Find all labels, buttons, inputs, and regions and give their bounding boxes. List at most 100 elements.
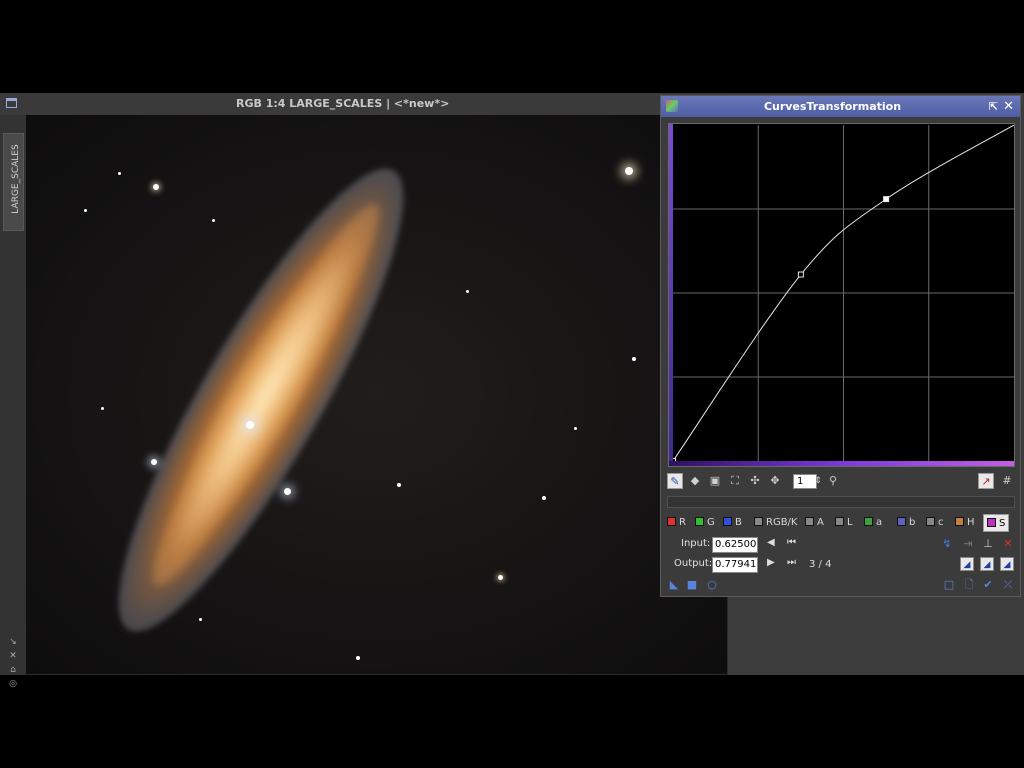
channel-b[interactable]: b	[897, 514, 915, 532]
channel-label: c	[938, 517, 944, 528]
zoom-fit-icon[interactable]: ⛶	[727, 473, 743, 489]
last-point-icon[interactable]: ⏭	[787, 557, 796, 568]
shade-icon[interactable]: ⇱	[989, 96, 998, 117]
output-field[interactable]: 0.77941	[712, 557, 758, 573]
reset-icon[interactable]: ✕	[1001, 537, 1015, 551]
output-row: Output: 0.77941 ▶ ⏭ 3 / 4 ◢ ◢ ◢	[667, 556, 1016, 574]
channel-swatch	[835, 517, 844, 526]
channel-swatch	[955, 517, 964, 526]
channel-swatch	[695, 517, 704, 526]
apply-icon[interactable]: ✔	[981, 578, 995, 592]
curves-transformation-window[interactable]: CurvesTransformation ⇱ ✕ ✎ ◆ ▣ ⛶ ✣ ✥ 1 ⇕…	[660, 95, 1021, 597]
output-label: Output:	[674, 558, 713, 569]
star	[118, 172, 121, 175]
star	[84, 209, 87, 212]
channel-label: A	[817, 517, 824, 528]
input-label: Input:	[681, 538, 711, 549]
galaxy-core	[130, 189, 402, 601]
image-window-title: RGB 1:4 LARGE_SCALES | <*new*>	[236, 97, 450, 110]
channel-label: B	[735, 517, 742, 528]
side-tab-bar: LARGE_SCALES ↘ ✕ ⌂ ◎	[0, 115, 26, 689]
channel-label: G	[707, 517, 715, 528]
star	[151, 459, 157, 465]
zoom-icon[interactable]: ⚲	[825, 473, 841, 489]
new-instance-icon[interactable]: ◣	[667, 578, 681, 592]
zoom-in-icon[interactable]: ✣	[747, 473, 763, 489]
channel-a[interactable]: a	[864, 514, 882, 532]
star	[498, 575, 503, 580]
star	[153, 184, 159, 190]
close-icon[interactable]: ✕	[1003, 96, 1014, 117]
channel-label: L	[847, 517, 853, 528]
image-viewport[interactable]	[26, 115, 727, 674]
reset-process-icon[interactable]: ⤫	[1001, 578, 1015, 592]
channel-h[interactable]: H	[955, 514, 975, 532]
star	[356, 656, 360, 660]
reverse-icon[interactable]: ⇥	[961, 537, 975, 551]
apply-global-icon[interactable]: ■	[685, 578, 699, 592]
edit-point-icon[interactable]: ✎	[667, 473, 683, 489]
zoom-spin-icon[interactable]: ⇕	[813, 473, 823, 489]
channel-swatch	[987, 518, 996, 527]
channel-s[interactable]: S	[983, 514, 1010, 532]
channel-selector: R G B RGB/K A La b c H S	[667, 514, 1017, 532]
channel-swatch	[754, 517, 763, 526]
channel-g[interactable]: G	[695, 514, 715, 532]
delete-point-icon[interactable]: ▣	[707, 473, 723, 489]
window-icon[interactable]	[6, 98, 17, 108]
curve-color-icon[interactable]: ↗	[978, 473, 994, 489]
curve-point[interactable]	[883, 196, 890, 203]
grid-icon[interactable]: #	[999, 473, 1015, 489]
curve-point[interactable]	[797, 271, 804, 278]
image-window-titlebar[interactable]: RGB 1:4 LARGE_SCALES | <*new*>	[0, 93, 728, 115]
channel-label: a	[876, 517, 883, 528]
interp-linear-icon[interactable]: ◢	[1000, 557, 1014, 571]
info-bar	[667, 496, 1015, 508]
channel-label: R	[679, 517, 686, 528]
document-icon[interactable]: 🗋	[962, 578, 976, 592]
first-point-icon[interactable]: ⏮	[787, 537, 796, 548]
channel-c[interactable]: c	[926, 514, 944, 532]
star	[101, 407, 104, 410]
channel-swatch	[667, 517, 676, 526]
invert-icon[interactable]: ↯	[940, 537, 954, 551]
real-time-preview-icon[interactable]: ○	[705, 578, 719, 592]
channel-l[interactable]: L	[835, 514, 853, 532]
pan-icon[interactable]: ✥	[767, 473, 783, 489]
channel-swatch	[723, 517, 732, 526]
point-position: 3 / 4	[809, 559, 832, 570]
curve-graph[interactable]	[668, 123, 1015, 467]
curves-titlebar[interactable]: CurvesTransformation ⇱ ✕	[661, 96, 1020, 117]
channel-rgb-k[interactable]: RGB/K	[754, 514, 797, 532]
star	[212, 219, 215, 222]
curve-point[interactable]	[673, 458, 676, 462]
input-row: Input: 0.62500 ◀ ⏮ ↯ ⇥ ⊥ ✕	[667, 536, 1016, 554]
channel-label: H	[967, 517, 975, 528]
preview-icon[interactable]: □	[942, 578, 956, 592]
interp-akima-icon[interactable]: ◢	[960, 557, 974, 571]
target-icon[interactable]: ◎	[6, 677, 20, 691]
channel-b[interactable]: B	[723, 514, 742, 532]
large-scales-tab[interactable]: LARGE_SCALES	[3, 133, 24, 231]
prev-point-icon[interactable]: ◀	[767, 537, 775, 548]
side-tools: ↘ ✕ ⌂ ◎	[6, 635, 20, 691]
curves-title: CurvesTransformation	[763, 100, 902, 113]
channel-r[interactable]: R	[667, 514, 686, 532]
home-icon[interactable]: ⌂	[6, 663, 20, 677]
channel-label: S	[999, 518, 1006, 529]
close-icon[interactable]: ✕	[6, 649, 20, 663]
star	[397, 483, 401, 487]
next-point-icon[interactable]: ▶	[767, 557, 775, 568]
channel-a[interactable]: A	[805, 514, 824, 532]
select-point-icon[interactable]: ◆	[687, 473, 703, 489]
large-scales-tab-label: LARGE_SCALES	[11, 144, 21, 214]
curve-plot[interactable]	[673, 125, 1014, 461]
shrink-icon[interactable]: ↘	[6, 635, 20, 649]
channel-swatch	[897, 517, 906, 526]
input-field[interactable]: 0.62500	[712, 537, 758, 553]
process-bar: ◣ ■ ○ □ 🗋 ✔ ⤫	[667, 578, 1016, 594]
star	[199, 618, 202, 621]
interp-cubic-icon[interactable]: ◢	[980, 557, 994, 571]
reset-axes-icon[interactable]: ⊥	[981, 537, 995, 551]
channel-label: RGB/K	[766, 517, 798, 528]
